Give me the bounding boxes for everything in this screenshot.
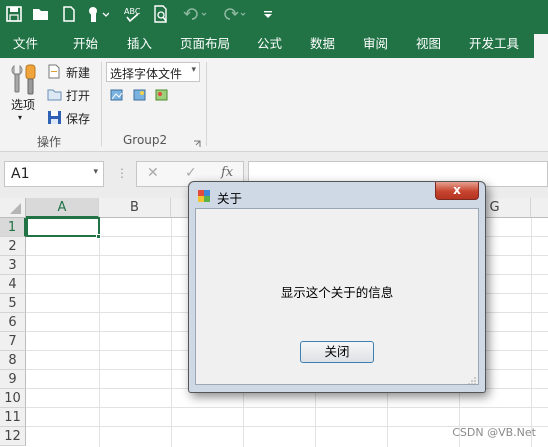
column-header-partial[interactable] — [531, 198, 548, 218]
tab-home[interactable]: 开始 — [73, 30, 98, 58]
save-file-icon — [47, 110, 62, 125]
redo-icon[interactable] — [220, 4, 248, 24]
new-document-icon[interactable] — [59, 4, 79, 24]
dialog-title: 关于 — [217, 191, 243, 206]
selected-cell-a1[interactable] — [26, 217, 100, 237]
dialog-message: 显示这个关于的信息 — [280, 285, 394, 300]
image-tool-icon-2[interactable] — [133, 88, 147, 102]
grid-line — [531, 218, 532, 447]
touch-mode-icon[interactable] — [84, 4, 110, 24]
formula-bar-grip-icon: ⋮ — [116, 166, 128, 180]
image-tool-icon-3[interactable] — [155, 88, 169, 102]
name-box-value: A1 — [11, 166, 30, 182]
row-header-1[interactable]: 1 — [0, 218, 26, 237]
resize-grip-icon[interactable] — [468, 374, 476, 385]
save-icon[interactable] — [4, 4, 24, 24]
tab-view[interactable]: 视图 — [416, 30, 441, 58]
row-header-4[interactable]: 4 — [0, 275, 26, 294]
fill-handle[interactable] — [96, 234, 101, 239]
tab-insert[interactable]: 插入 — [127, 30, 152, 58]
name-box[interactable]: A1 ▾ — [4, 161, 104, 187]
dialog-client-area: 显示这个关于的信息 关闭 — [195, 208, 479, 385]
grid-line — [99, 218, 100, 447]
tab-file[interactable]: 文件 — [13, 30, 38, 58]
dialog-close-button[interactable]: x — [435, 182, 479, 200]
spelling-check-icon[interactable]: ABC — [122, 4, 142, 24]
row-header-7[interactable]: 7 — [0, 332, 26, 351]
open-button[interactable]: 打开 — [66, 87, 90, 104]
font-file-select[interactable]: 选择字体文件 ▾ — [106, 62, 200, 82]
save-button[interactable]: 保存 — [66, 110, 90, 127]
tab-page-layout[interactable]: 页面布局 — [180, 30, 230, 58]
grid-line — [171, 218, 172, 447]
group-label-group2: Group2 — [123, 133, 168, 147]
about-dialog: 关于 x 显示这个关于的信息 关闭 — [188, 181, 486, 393]
options-icon[interactable] — [6, 62, 40, 98]
customize-toolbar-icon[interactable] — [258, 4, 278, 24]
group-separator — [101, 62, 102, 146]
row-header-9[interactable]: 9 — [0, 370, 26, 389]
quick-access-toolbar: ABC — [0, 0, 548, 30]
column-header-a[interactable]: A — [26, 198, 99, 218]
select-all-corner[interactable] — [0, 198, 26, 218]
tab-developer[interactable]: 开发工具 — [469, 30, 519, 58]
row-header-6[interactable]: 6 — [0, 313, 26, 332]
grid-line — [26, 407, 548, 408]
group-label-operations: 操作 — [37, 135, 62, 149]
options-button[interactable]: 选项 — [11, 96, 35, 113]
group-separator-2 — [206, 62, 207, 146]
enter-check-icon[interactable]: ✓ — [185, 165, 197, 181]
open-folder-icon[interactable] — [31, 4, 51, 24]
undo-icon[interactable] — [182, 4, 210, 24]
font-file-select-value: 选择字体文件 — [110, 67, 183, 81]
print-preview-icon[interactable] — [151, 4, 171, 24]
row-header-2[interactable]: 2 — [0, 237, 26, 256]
tab-data[interactable]: 数据 — [310, 30, 335, 58]
options-dropdown-arrow-icon[interactable]: ▾ — [18, 113, 22, 122]
tab-review[interactable]: 审阅 — [363, 30, 388, 58]
dialog-launcher-icon[interactable] — [193, 137, 201, 147]
tab-formulas[interactable]: 公式 — [257, 30, 282, 58]
insert-function-fx-icon[interactable]: fx — [221, 165, 233, 180]
column-header-b[interactable]: B — [99, 198, 171, 218]
row-header-5[interactable]: 5 — [0, 294, 26, 313]
row-header-10[interactable]: 10 — [0, 389, 26, 408]
row-header-8[interactable]: 8 — [0, 351, 26, 370]
open-file-icon — [47, 87, 62, 102]
row-header-12[interactable]: 12 — [0, 427, 26, 446]
dialog-ok-button[interactable]: 关闭 — [300, 341, 374, 363]
cancel-x-icon[interactable]: ✕ — [147, 165, 159, 181]
row-header-3[interactable]: 3 — [0, 256, 26, 275]
new-file-icon — [47, 64, 61, 79]
row-header-11[interactable]: 11 — [0, 408, 26, 427]
name-box-dropdown-icon[interactable]: ▾ — [93, 167, 98, 177]
chevron-down-icon: ▾ — [191, 65, 196, 75]
image-tool-icon-1[interactable] — [110, 88, 124, 102]
tab-active-custom[interactable] — [534, 34, 548, 58]
ribbon: 选项 ▾ 新建 打开 保存 操作 选择字体文件 ▾ Group2 — [0, 58, 548, 152]
watermark: CSDN @VB.Net — [452, 426, 536, 439]
ribbon-tab-bar: 文件 开始 插入 页面布局 公式 数据 审阅 视图 开发工具 — [0, 30, 548, 58]
new-button[interactable]: 新建 — [66, 64, 90, 81]
dialog-app-icon — [197, 189, 211, 203]
